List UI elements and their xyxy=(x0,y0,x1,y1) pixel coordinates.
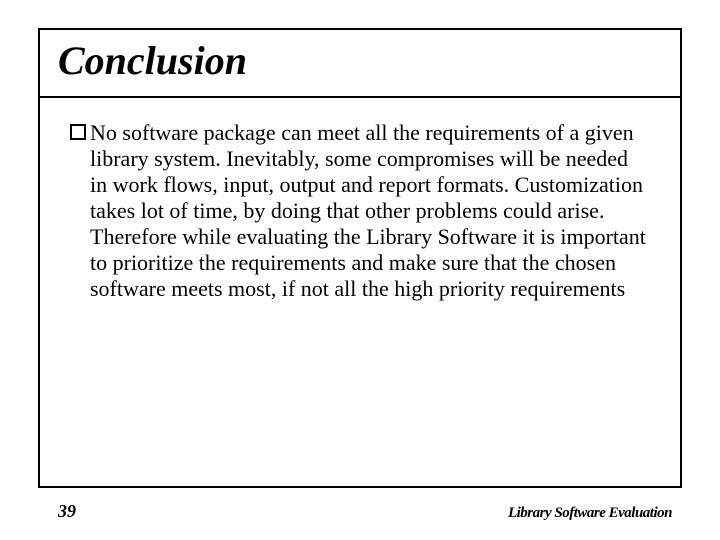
slide: Conclusion No software package can meet … xyxy=(0,0,720,540)
slide-title: Conclusion xyxy=(58,40,662,82)
content-frame: Conclusion No software package can meet … xyxy=(38,28,682,488)
footer-title: Library Software Evaluation xyxy=(508,505,672,522)
footer: 39 Library Software Evaluation xyxy=(58,501,672,522)
body-block: No software package can meet all the req… xyxy=(40,98,680,312)
title-block: Conclusion xyxy=(40,30,680,98)
page-number: 39 xyxy=(58,501,76,522)
bullet-text: No software package can meet all the req… xyxy=(90,120,650,302)
square-bullet-icon xyxy=(70,124,86,140)
bullet-item: No software package can meet all the req… xyxy=(70,120,650,302)
